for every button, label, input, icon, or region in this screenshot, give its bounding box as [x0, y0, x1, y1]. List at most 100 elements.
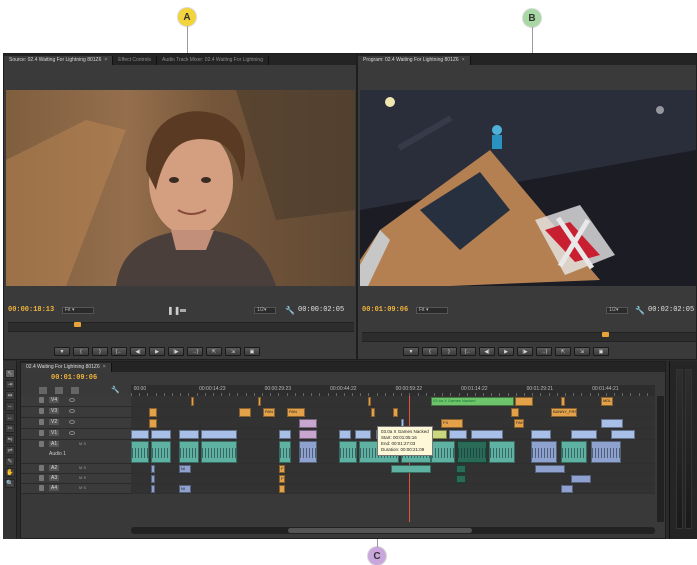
source-transport-button-1[interactable]: {	[73, 347, 89, 356]
timeline-clip[interactable]: PAN	[287, 408, 305, 417]
snap-icon[interactable]	[39, 387, 47, 394]
lock-icon[interactable]	[39, 397, 44, 403]
timeline-clip[interactable]	[457, 441, 487, 463]
timeline-clip[interactable]: FT	[279, 465, 285, 473]
program-transport-button-4[interactable]: ◀|	[479, 347, 495, 356]
close-icon[interactable]: ×	[103, 364, 106, 370]
scrollbar-thumb[interactable]	[288, 528, 472, 533]
lock-icon[interactable]	[39, 475, 44, 481]
timeline-clip[interactable]	[299, 441, 317, 463]
ripple-edit-tool-icon[interactable]: ⇹	[5, 391, 15, 400]
lock-icon[interactable]	[39, 408, 44, 414]
source-transport-button-2[interactable]: }	[92, 347, 108, 356]
tab-effect-controls[interactable]: Effect Controls	[113, 56, 157, 65]
timeline-clip[interactable]	[355, 430, 371, 439]
timeline-clip[interactable]	[279, 441, 291, 463]
program-transport-button-8[interactable]: ⇱	[555, 347, 571, 356]
timeline-clip[interactable]	[601, 419, 623, 428]
timeline-clip[interactable]	[258, 397, 261, 406]
timeline-clip[interactable]	[299, 430, 317, 439]
timeline-clip[interactable]	[371, 408, 375, 417]
timeline-clip[interactable]	[591, 441, 621, 463]
source-transport-button-8[interactable]: ⇱	[206, 347, 222, 356]
timeline-clip[interactable]	[456, 465, 466, 473]
timeline-clip[interactable]	[368, 397, 371, 406]
program-transport-button-2[interactable]: }	[441, 347, 457, 356]
time-ruler[interactable]: 00:00 00:00:14:23 00:00:29:23 00:00:44:22 00…	[131, 385, 655, 396]
track-name[interactable]: V4	[49, 397, 60, 403]
tab-program[interactable]: Program: 02.4 Waiting For Lightning 801Z…	[358, 56, 471, 65]
timeline-clip[interactable]: NI	[179, 465, 191, 473]
timeline-clip[interactable]	[131, 430, 149, 439]
mute-solo-buttons[interactable]: M S	[79, 465, 86, 470]
track-name[interactable]: A4	[49, 485, 60, 491]
source-transport-button-6[interactable]: |▶	[168, 347, 184, 356]
timeline-clip[interactable]	[571, 430, 597, 439]
source-transport-button-3[interactable]: {←	[111, 347, 127, 356]
pause-icon[interactable]: ❚❚	[167, 306, 180, 315]
timeline-clip[interactable]	[456, 475, 466, 483]
track-header-v2[interactable]: V2	[21, 418, 131, 429]
timeline-clip[interactable]	[201, 430, 237, 439]
program-transport-button-3[interactable]: {←	[460, 347, 476, 356]
tab-audio-track-mixer[interactable]: Audio Track Mixer: 02.4 Waiting For Ligh…	[157, 56, 269, 65]
timeline-clip[interactable]: 03.4a X Games Nacked	[431, 397, 514, 406]
timeline-clip[interactable]	[489, 441, 515, 463]
timeline-clip[interactable]	[611, 430, 635, 439]
close-icon[interactable]: ×	[104, 57, 107, 63]
timeline-clip[interactable]	[339, 430, 351, 439]
timeline-clip[interactable]	[561, 441, 587, 463]
timeline-timecode[interactable]: 00:01:09:06	[51, 374, 97, 382]
lock-icon[interactable]	[39, 441, 44, 447]
source-transport-button-0[interactable]: ▼	[54, 347, 70, 356]
wrench-icon[interactable]: 🔧	[635, 306, 645, 315]
timeline-clip[interactable]	[151, 485, 155, 493]
timeline-clip[interactable]: PAN	[514, 419, 524, 428]
source-transport-button-5[interactable]: ▶	[149, 347, 165, 356]
track-name[interactable]: V1	[49, 430, 60, 436]
razor-tool-icon[interactable]: ✂	[5, 424, 15, 433]
rate-stretch-tool-icon[interactable]: ↔	[5, 413, 15, 422]
program-transport-button-1[interactable]: {	[422, 347, 438, 356]
slip-tool-icon[interactable]: ⇋	[5, 435, 15, 444]
close-icon[interactable]: ×	[462, 57, 465, 63]
lock-icon[interactable]	[39, 465, 44, 471]
eye-icon[interactable]	[69, 431, 75, 435]
timeline-clip[interactable]: MDL	[601, 397, 613, 406]
zoom-tool-icon[interactable]: 🔍	[5, 479, 15, 488]
timeline-clip[interactable]: NI	[179, 485, 191, 493]
timeline-horizontal-scrollbar[interactable]	[131, 527, 655, 534]
timeline-clip[interactable]	[149, 419, 157, 428]
source-transport-button-4[interactable]: ◀|	[130, 347, 146, 356]
timeline-clip[interactable]	[449, 430, 467, 439]
timeline-clip[interactable]	[561, 397, 565, 406]
timeline-clip[interactable]: FX	[441, 419, 463, 428]
timeline-clip[interactable]	[431, 441, 455, 463]
timeline-clip[interactable]	[561, 485, 573, 493]
pen-tool-icon[interactable]: ✎	[5, 457, 15, 466]
program-transport-button-9[interactable]: ⇲	[574, 347, 590, 356]
program-resolution-dropdown[interactable]: 1/2▾	[606, 307, 628, 314]
track-name[interactable]: A2	[49, 465, 60, 471]
wrench-icon[interactable]: 🔧	[285, 306, 295, 315]
eye-icon[interactable]	[69, 398, 75, 402]
timeline-clip[interactable]	[239, 408, 251, 417]
track-header-v3[interactable]: V3	[21, 407, 131, 418]
program-transport-button-10[interactable]: ▣	[593, 347, 609, 356]
track-name[interactable]: A3	[49, 475, 60, 481]
track-lane-v4[interactable]	[131, 396, 655, 407]
tab-source[interactable]: Source: 02.4 Waiting For Lightning 801Z6…	[4, 56, 114, 65]
timeline-clip[interactable]	[151, 430, 171, 439]
program-transport-button-0[interactable]: ▼	[403, 347, 419, 356]
mute-solo-buttons[interactable]: M S	[79, 485, 86, 490]
track-header-a3[interactable]: A3 M S	[21, 474, 131, 484]
timeline-clip[interactable]	[151, 441, 171, 463]
program-transport-button-6[interactable]: |▶	[517, 347, 533, 356]
track-name[interactable]: V3	[49, 408, 60, 414]
timeline-clip[interactable]	[391, 465, 431, 473]
source-resolution-dropdown[interactable]: 1/2▾	[254, 307, 276, 314]
timeline-clip[interactable]	[515, 397, 533, 406]
mute-solo-buttons[interactable]: M S	[79, 475, 86, 480]
track-header-v1[interactable]: V1	[21, 429, 131, 440]
timeline-clip[interactable]	[191, 397, 194, 406]
